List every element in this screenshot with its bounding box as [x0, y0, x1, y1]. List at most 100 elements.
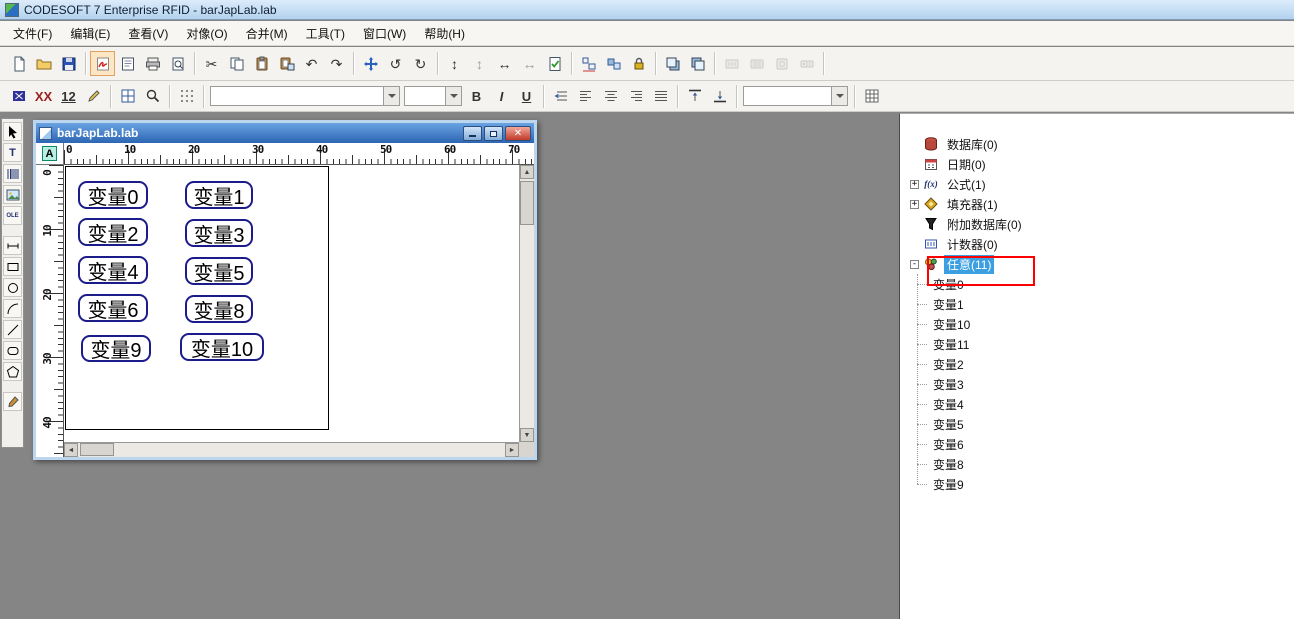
barcode-tool[interactable]	[3, 164, 22, 183]
vertical-scrollbar[interactable]: ▲ ▼	[519, 165, 534, 442]
tree-item-variable[interactable]: 变量9	[910, 474, 1290, 494]
tree-item-date[interactable]: 日期(0)	[910, 154, 1290, 174]
rounded-rectangle-tool[interactable]	[3, 341, 22, 360]
font-size-combobox[interactable]	[404, 86, 462, 106]
font-family-dropdown-button[interactable]	[383, 87, 399, 105]
align-objects-button[interactable]	[576, 51, 601, 76]
variable-object[interactable]: 变量8	[185, 295, 253, 323]
object-dropdown-button[interactable]	[831, 87, 847, 105]
valign-bottom-button[interactable]	[707, 84, 732, 109]
menu-file[interactable]: 文件(F)	[4, 21, 61, 46]
expand-plus-icon[interactable]: +	[910, 199, 919, 209]
variable-object[interactable]: 变量2	[78, 218, 148, 246]
tree-item-variable[interactable]: 变量4	[910, 394, 1290, 414]
rfid-chip-2-button[interactable]	[744, 51, 769, 76]
menu-object[interactable]: 对像(O)	[177, 21, 236, 46]
open-button[interactable]	[31, 51, 56, 76]
ole-tool[interactable]: OLE	[3, 206, 22, 225]
brush-tool[interactable]	[3, 392, 22, 411]
menu-tools[interactable]: 工具(T)	[297, 21, 354, 46]
align-center-button[interactable]	[598, 84, 623, 109]
tree-item-variable[interactable]: 变量8	[910, 454, 1290, 474]
vertical-scroll-thumb[interactable]	[520, 181, 534, 225]
scroll-left-button[interactable]: ◄	[64, 443, 78, 457]
app-titlebar[interactable]: CODESOFT 7 Enterprise RFID - barJapLab.l…	[0, 0, 1294, 20]
rectangle-tool[interactable]	[3, 257, 22, 276]
grid-button[interactable]	[174, 84, 199, 109]
tree-item-variable[interactable]: 变量11	[910, 334, 1290, 354]
variable-object[interactable]: 变量6	[78, 294, 148, 322]
print-form-button[interactable]	[115, 51, 140, 76]
rotate-right-button[interactable]: ↻	[408, 51, 433, 76]
make-same-size-button[interactable]	[601, 51, 626, 76]
close-button[interactable]: ✕	[505, 125, 531, 141]
variable-object[interactable]: 变量10	[180, 333, 264, 361]
valign-top-button[interactable]	[682, 84, 707, 109]
scroll-up-button[interactable]: ▲	[520, 165, 534, 179]
font-size-dropdown-button[interactable]	[445, 87, 461, 105]
tree-item-variable[interactable]: 变量1	[910, 294, 1290, 314]
variable-object[interactable]: 变量9	[81, 335, 151, 362]
menu-help[interactable]: 帮助(H)	[415, 21, 474, 46]
pen-button[interactable]	[81, 84, 106, 109]
restore-button[interactable]	[484, 125, 503, 141]
new-button[interactable]	[6, 51, 31, 76]
pointer-tool[interactable]	[3, 122, 22, 141]
rfid-chip-1-button[interactable]	[719, 51, 744, 76]
arc-tool[interactable]	[3, 299, 22, 318]
text-tool[interactable]: T	[3, 143, 22, 162]
oblique-line-tool[interactable]	[3, 320, 22, 339]
menu-merge[interactable]: 合并(M)	[237, 21, 297, 46]
tree-item-attached-database[interactable]: 附加数据库(0)	[910, 214, 1290, 234]
invert-text-button[interactable]	[6, 84, 31, 109]
menu-view[interactable]: 查看(V)	[119, 21, 177, 46]
tree-item-variable[interactable]: 变量3	[910, 374, 1290, 394]
document-titlebar[interactable]: barJapLab.lab ✕	[36, 123, 534, 143]
tree-item-variable[interactable]: 变量0	[910, 274, 1290, 294]
font-family-combobox[interactable]	[210, 86, 400, 106]
horizontal-scroll-thumb[interactable]	[80, 443, 114, 456]
signature-button[interactable]	[90, 51, 115, 76]
tree-item-free-variables[interactable]: - 任意(11)	[910, 254, 1290, 274]
bold-button[interactable]: B	[464, 84, 489, 109]
line-tool[interactable]	[3, 236, 22, 255]
scroll-down-button[interactable]: ▼	[520, 428, 534, 442]
tree-item-counter[interactable]: 计数器(0)	[910, 234, 1290, 254]
save-button[interactable]	[56, 51, 81, 76]
tree-item-formula[interactable]: + f(x) 公式(1)	[910, 174, 1290, 194]
free-height-button[interactable]: ↕	[467, 51, 492, 76]
rfid-chip-4-button[interactable]	[794, 51, 819, 76]
table-button[interactable]	[859, 84, 884, 109]
underline-button[interactable]: U	[514, 84, 539, 109]
variable-object[interactable]: 变量3	[185, 219, 253, 247]
fit-width-button[interactable]: ↔	[492, 51, 517, 76]
cut-button[interactable]: ✂	[199, 51, 224, 76]
validate-button[interactable]	[542, 51, 567, 76]
paste-special-button[interactable]	[274, 51, 299, 76]
tree-item-variable[interactable]: 变量5	[910, 414, 1290, 434]
send-to-back-button[interactable]	[685, 51, 710, 76]
minimize-button[interactable]	[463, 125, 482, 141]
tree-item-database[interactable]: 数据库(0)	[910, 134, 1290, 154]
text-direction-button[interactable]	[548, 84, 573, 109]
collapse-minus-icon[interactable]: -	[910, 259, 919, 269]
image-tool[interactable]	[3, 185, 22, 204]
object-combobox[interactable]	[743, 86, 848, 106]
tree-item-filler[interactable]: + 填充器(1)	[910, 194, 1290, 214]
print-preview-button[interactable]	[165, 51, 190, 76]
variable-object[interactable]: 变量0	[78, 181, 148, 209]
uppercase-button[interactable]: XX	[31, 84, 56, 109]
point-size-button[interactable]: 12	[56, 84, 81, 109]
redo-button[interactable]: ↷	[324, 51, 349, 76]
copy-button[interactable]	[224, 51, 249, 76]
tree-item-variable[interactable]: 变量10	[910, 314, 1290, 334]
ellipse-tool[interactable]	[3, 278, 22, 297]
lock-button[interactable]	[626, 51, 651, 76]
polygon-tool[interactable]	[3, 362, 22, 381]
tree-item-variable[interactable]: 变量2	[910, 354, 1290, 374]
variable-object[interactable]: 变量1	[185, 181, 253, 209]
italic-button[interactable]: I	[489, 84, 514, 109]
move-button[interactable]	[358, 51, 383, 76]
menu-window[interactable]: 窗口(W)	[354, 21, 415, 46]
horizontal-scrollbar[interactable]: ◄ ►	[64, 442, 519, 457]
